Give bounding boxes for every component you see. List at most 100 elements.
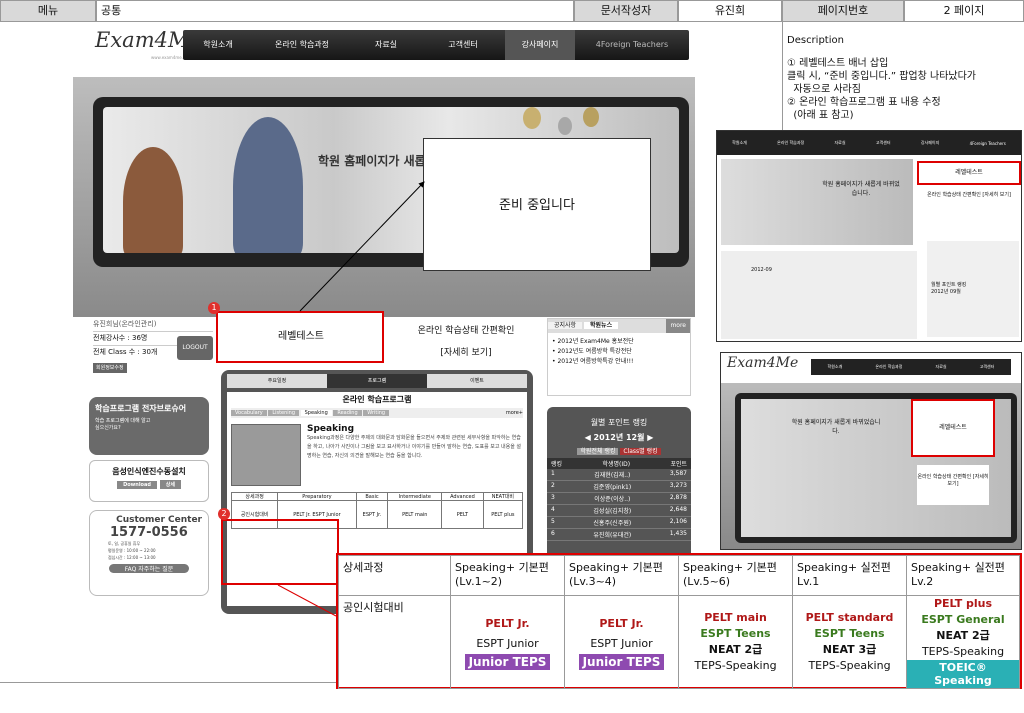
nav-item-foreign-teachers[interactable]: 4Foreign Teachers: [575, 30, 689, 60]
tab-program[interactable]: 프로그램: [327, 374, 427, 388]
nav-item-teacher[interactable]: 강사페이지: [505, 30, 575, 60]
tab-academy-ranking[interactable]: 학원전체 랭킹: [577, 448, 619, 455]
thumb1-nav: 학원소개 온라인 학습과정 자료실 고객센터 강사페이지 4Foreign Teacher…: [717, 131, 1021, 155]
speaking-book-image: [231, 424, 301, 486]
news-item[interactable]: • 2012년 여름방학특강 안내!!!: [552, 357, 686, 367]
ranking-list: 1 김재현(김재..) 3,587 2 김준영(pink1) 3,273 3 이상준(이상..…: [547, 469, 691, 541]
site-mockup: Exam4Me www.exam4me.com 학원소개 온라인 학습과정 자료…: [73, 22, 695, 614]
thumb1-schedule: 2012-09: [721, 251, 917, 339]
download-button[interactable]: Download: [117, 481, 157, 489]
voice-engine-box: 음성인식엔진수동설치 Download 상세: [89, 460, 209, 502]
online-status-title: 온라인 학습상태 간편확인: [417, 326, 515, 336]
main-nav: 학원소개 온라인 학습과정 자료실 고객센터 강사페이지 4Foreign Te…: [183, 30, 689, 60]
nav-item-resources[interactable]: 자료실: [351, 30, 421, 60]
description-line: ② 온라인 학습프로그램 표 내용 수정: [787, 97, 941, 108]
tab-event[interactable]: 이벤트: [427, 374, 527, 388]
online-status-more[interactable]: [자세히 보기]: [391, 342, 541, 364]
table-header-col4: Speaking+ 실전편 Lv.1: [792, 555, 907, 596]
faq-button[interactable]: FAQ 자주하는 질문: [109, 564, 189, 573]
ranking-header: 랭킹 학생명(ID) 포인트: [547, 458, 691, 469]
thumbnail-2: Exam4Me 학원소개 온라인 학습과정 자료실 고객센터 학원 홈페이지가 새롭게…: [720, 352, 1022, 550]
member-info-button[interactable]: 회원정보수정: [93, 363, 127, 373]
preparing-popup: 준비 중입니다: [423, 138, 651, 271]
thumb1-level-test: 레벨테스트: [917, 161, 1021, 185]
customer-center-box: Customer Center 1577-0556 토, 일, 공휴일 휴무 평…: [89, 510, 209, 596]
tab-class-ranking[interactable]: Class별 랭킹: [620, 448, 661, 455]
description-line: 클릭 시, “준비 중입니다.” 팝업창 나타났다가: [787, 71, 977, 82]
small-table-cell: PELT main: [387, 500, 443, 529]
thumb1-ranking: 월별 포인트 랭킹 2012년 09월: [927, 241, 1019, 337]
news-item[interactable]: • 2012년 Exam4Me 홍보전단: [552, 337, 686, 347]
student-boy-image: [233, 117, 303, 253]
table-cell-col3: PELT main ESPT Teens NEAT 2급 TEPS-Speaki…: [678, 595, 793, 689]
small-table-head: 상세과정: [230, 492, 279, 501]
speaking-title: Speaking: [307, 424, 355, 434]
thumb2-banner-title: 학원 홈페이지가 새롭게 바뀌었습니다.: [791, 419, 881, 435]
banner-title: 학원 홈페이지가 새롭: [318, 154, 426, 168]
logout-button[interactable]: LOGOUT: [177, 336, 213, 360]
customer-hours-1: 토, 일, 공휴일 휴무: [108, 541, 141, 546]
thumb2-logo: Exam4Me: [727, 355, 799, 371]
table-header-col3: Speaking+ 기본편 (Lv.5~6): [678, 555, 793, 596]
login-user: 유진희님(온라인관리): [93, 320, 157, 328]
tab-notice[interactable]: 공지사항: [548, 322, 583, 329]
nav-item-academy[interactable]: 학원소개: [183, 30, 253, 60]
small-table-cell: PELT: [441, 500, 484, 529]
program-table: 상세과정 Speaking+ 기본편 (Lv.1~2) Speaking+ 기본…: [336, 553, 1022, 689]
thumb2-online-status: 온라인 학습상태 간편확인 [자세히 보기]: [917, 465, 989, 505]
notice-more-button[interactable]: more: [666, 319, 690, 333]
ranking-row: 4 김성실(김지창) 2,648: [547, 505, 691, 517]
ranking-month-selector[interactable]: ◀ 2012년 12월 ▶: [547, 432, 691, 443]
table-header-col2: Speaking+ 기본편 (Lv.3~4): [564, 555, 679, 596]
page-label: 페이지번호: [782, 0, 904, 22]
schedule-tabbar: 주요일정 프로그램 이벤트: [227, 374, 527, 388]
marker-2: 2: [218, 508, 230, 520]
footer-divider: [0, 682, 336, 683]
description-panel: Description ① 레벨테스트 배너 삽입 클릭 시, “준비 중입니다…: [783, 22, 1024, 142]
table-cell-col5: PELT plus ESPT General NEAT 2급 TEPS-Spea…: [906, 595, 1020, 689]
tab-speaking[interactable]: Speaking: [300, 410, 332, 416]
table-header-col5: Speaking+ 실전편 Lv.2: [906, 555, 1020, 596]
ranking-row: 2 김준영(pink1) 3,273: [547, 481, 691, 493]
thumb1-banner-title: 학원 홈페이지가 새롭게 바뀌었습니다.: [822, 181, 900, 197]
small-table-head: Advanced: [441, 492, 484, 501]
description-divider: [782, 22, 783, 132]
tab-reading[interactable]: Reading: [333, 410, 362, 416]
news-item[interactable]: • 2012년도 여름방학 특강전단: [552, 347, 686, 357]
doc-header: 메뉴 공통 문서작성자 유진희 페이지번호 2 페이지: [0, 0, 1024, 22]
tab-listening[interactable]: Listening: [268, 410, 300, 416]
voice-engine-title: 음성인식엔진수동설치: [112, 467, 186, 476]
program-title: 온라인 학습프로그램: [342, 395, 412, 404]
ebrochure-banner[interactable]: 학습프로그램 전자브로슈어 학습 프로그램에 대해 알고 싶으신가요?: [89, 397, 209, 455]
ranking-row: 3 이상준(이상..) 2,878: [547, 493, 691, 505]
description-title: Description: [787, 35, 844, 46]
online-status-box[interactable]: 온라인 학습상태 간편확인 [자세히 보기]: [391, 320, 541, 366]
table-cell-col1: PELT Jr. ESPT Junior Junior TEPS: [450, 595, 565, 689]
detail-button[interactable]: 상세: [159, 480, 181, 489]
nav-item-online-course[interactable]: 온라인 학습과정: [253, 30, 351, 60]
small-table-head: NEAT대비: [482, 492, 524, 501]
table-cell-col2: PELT Jr. ESPT Junior Junior TEPS: [564, 595, 679, 689]
program-more-button[interactable]: more+: [506, 408, 523, 418]
highlight-box-2: [221, 519, 339, 585]
tab-vocabulary[interactable]: Vocabulary: [231, 410, 267, 416]
highlight-box-1: [216, 311, 384, 363]
small-table-head: Intermediate: [387, 492, 443, 501]
balloon-icon: [558, 117, 572, 135]
tab-news[interactable]: 학원뉴스: [584, 322, 619, 329]
page-value: 2 페이지: [904, 0, 1024, 22]
ranking-row: 5 신홍주(신주원) 2,106: [547, 517, 691, 529]
description-line: ① 레벨테스트 배너 삽입: [787, 58, 889, 69]
thumb2-nav: 학원소개 온라인 학습과정 자료실 고객센터: [811, 359, 1011, 375]
tab-schedule[interactable]: 주요일정: [227, 374, 327, 388]
small-table-cell: PELT plus: [482, 500, 524, 529]
nav-item-customer[interactable]: 고객센터: [421, 30, 505, 60]
ranking-title: 월별 포인트 랭킹: [590, 418, 648, 427]
thumb1-banner: 학원 홈페이지가 새롭게 바뀌었습니다.: [721, 159, 913, 245]
thumb1-ranking-month: 2012년 09월: [931, 289, 961, 295]
thumb2-level-test: 레벨테스트: [911, 399, 995, 457]
tab-writing[interactable]: Writing: [363, 410, 390, 416]
author-value: 유진희: [678, 0, 782, 22]
balloon-icon: [583, 107, 599, 127]
ebrochure-title: 학습프로그램 전자브로슈어: [95, 404, 187, 413]
